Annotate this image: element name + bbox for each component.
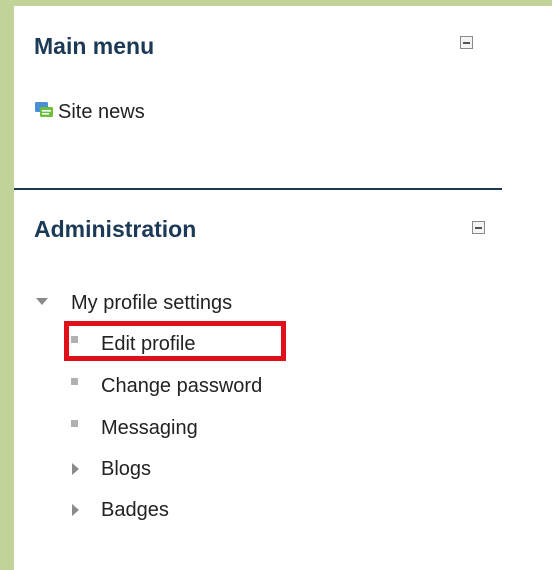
- forum-news-icon: [35, 102, 53, 117]
- collapse-main-menu-icon[interactable]: [460, 36, 473, 49]
- change-password-link[interactable]: Change password: [101, 374, 262, 398]
- edit-profile-highlight: [64, 321, 286, 361]
- expanded-arrow-icon[interactable]: [36, 298, 48, 305]
- collapse-administration-icon[interactable]: [472, 221, 485, 234]
- site-news-link[interactable]: Site news: [58, 100, 145, 124]
- blogs-label[interactable]: Blogs: [101, 457, 151, 481]
- my-profile-settings-label[interactable]: My profile settings: [71, 291, 232, 315]
- messaging-link[interactable]: Messaging: [101, 416, 198, 440]
- collapsed-arrow-icon[interactable]: [72, 463, 79, 475]
- collapsed-arrow-icon[interactable]: [72, 504, 79, 516]
- administration-title: Administration: [34, 216, 197, 242]
- bullet-icon: [71, 420, 78, 427]
- main-menu-title: Main menu: [34, 33, 155, 59]
- sidebar-panel: Main menu Site news Administration My pr…: [14, 6, 552, 570]
- block-divider: [14, 188, 502, 190]
- badges-label[interactable]: Badges: [101, 498, 169, 522]
- bullet-icon: [71, 378, 78, 385]
